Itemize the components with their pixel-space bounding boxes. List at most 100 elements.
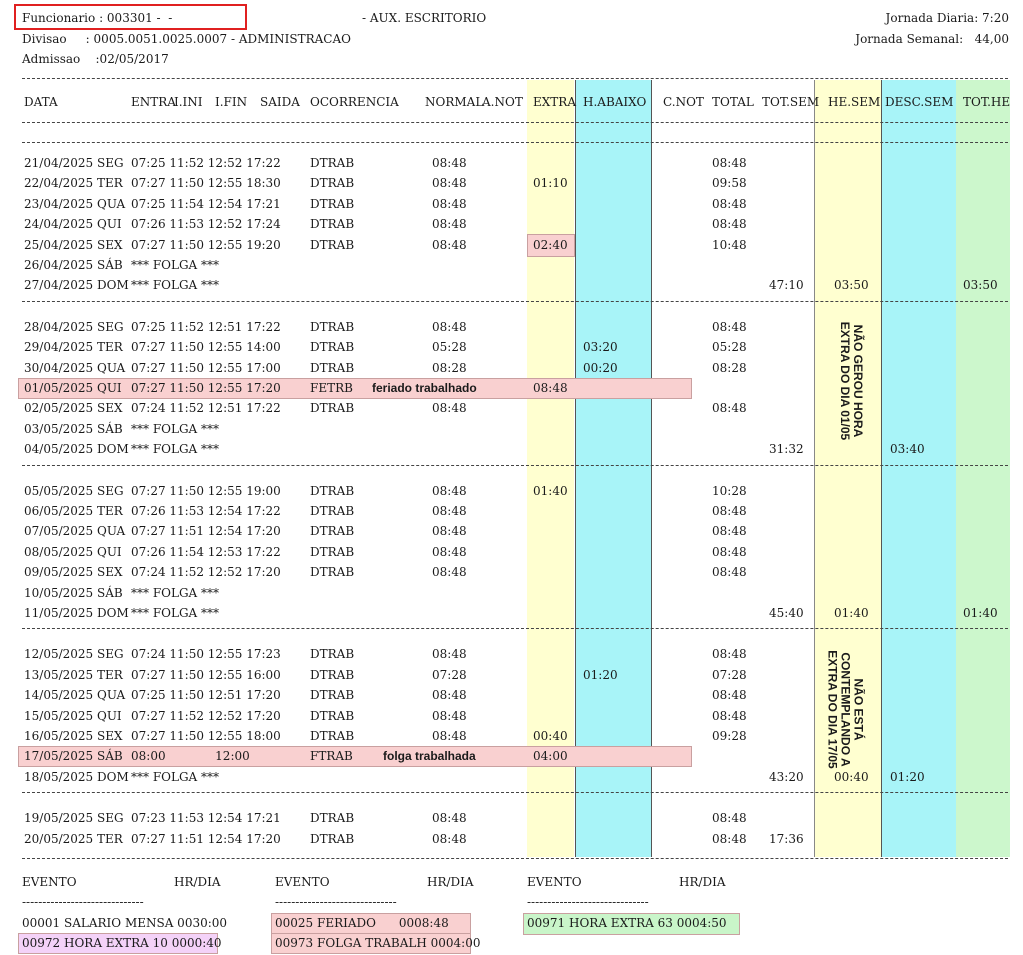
time-cells: 07:24 11:52 12:52 17:20 [131,565,281,580]
side-note-week2: NÃO GEROU HORA EXTRA DO DIA 01/05 [838,321,865,441]
divider [22,78,1008,79]
divider [22,300,1008,302]
habaixo-column-bg [575,80,652,857]
occurrence-cell: DTRAB [310,524,355,539]
event-item: 00972 HORA EXTRA 10 0000:40 [22,936,222,950]
date-cell: 12/05/2025 SEG [24,647,124,662]
normal-cell: 08:28 [432,360,467,375]
total-cell: 09:58 [712,176,747,191]
occurrence-cell: DTRAB [310,237,355,252]
column-header: DESC.SEM [885,95,954,109]
normal-cell: 05:28 [432,340,467,355]
total-cell: 08:48 [712,565,747,580]
occurrence-cell: FTRAB [310,749,353,764]
divider: ------------------------------ [22,895,144,909]
time-cells: 07:25 11:52 12:52 17:22 [131,156,281,170]
total-cell: 09:28 [712,729,747,743]
date-cell: 02/05/2025 SEX [24,401,123,416]
occurrence-cell: DTRAB [310,360,355,375]
habaixo-cell: 00:20 [583,360,618,375]
role-label: - AUX. ESCRITORIO [362,11,487,25]
date-cell: 20/05/2025 TER [24,831,123,846]
events-header: EVENTO [275,875,330,889]
time-cells: 07:27 11:50 12:55 18:00 [131,729,281,743]
date-cell: 03/05/2025 SÁB [24,421,123,436]
total-cell: 08:48 [712,688,747,703]
occurrence-cell: DTRAB [310,647,355,662]
occurrence-cell: DTRAB [310,483,355,498]
admission-line: Admissao :02/05/2017 [22,52,169,66]
habaixo-cell: 03:20 [583,340,618,355]
total-cell: 05:28 [712,340,747,355]
time-cells: 07:27 11:51 12:54 17:20 [131,831,281,846]
column-header: HE.SEM [828,95,881,109]
total-cell: 08:48 [712,831,747,846]
time-cells: 07:25 11:52 12:51 17:22 [131,319,281,334]
time-cells: *** FOLGA *** [131,421,220,436]
date-cell: 25/04/2025 SEX [24,237,123,252]
extra-cell: 00:40 [533,729,568,743]
occurrence-cell: DTRAB [310,667,355,682]
normal-cell: 08:48 [432,544,467,559]
date-cell: 22/04/2025 TER [24,176,123,191]
tothe-column-bg [956,80,1010,857]
normal-cell: 08:48 [432,565,467,580]
date-cell: 10/05/2025 SÁB [24,585,123,600]
tothe-cell: 01:40 [963,606,998,620]
extra-cell: 02:40 [533,237,568,252]
totsem-cell: 43:20 [769,769,804,784]
time-cells: 07:27 11:50 12:55 18:30 [131,176,281,191]
date-cell: 23/04/2025 QUA [24,196,126,211]
occurrence-cell: DTRAB [310,176,355,191]
totsem-cell: 45:40 [769,606,804,620]
events-header: HR/DIA [679,875,726,889]
time-cells: 07:25 11:50 12:51 17:20 [131,688,281,703]
divider [22,792,1008,794]
daily-workload: Jornada Diaria: 7:20 [885,11,1009,25]
total-cell: 08:48 [712,811,747,826]
date-cell: 15/05/2025 QUI [24,708,122,723]
time-cells: 07:26 11:54 12:53 17:22 [131,544,281,559]
event-item: 00001 SALARIO MENSA 0030:00 [22,916,228,930]
time-cells: 07:26 11:53 12:52 17:24 [131,217,281,232]
divider [22,628,1008,630]
normal-cell: 08:48 [432,524,467,539]
descsem-column-bg [881,80,957,857]
occurrence-cell: DTRAB [310,504,355,518]
time-cells: 07:24 11:52 12:51 17:22 [131,401,281,416]
time-cells: 07:27 11:52 12:52 17:20 [131,708,281,723]
extra-cell: 04:00 [533,749,568,764]
date-cell: 11/05/2025 DOM [24,606,129,620]
time-cells: *** FOLGA *** [131,606,220,620]
date-cell: 08/05/2025 QUI [24,544,122,559]
normal-cell: 08:48 [432,483,467,498]
time-cells: 07:27 11:50 12:55 17:00 [131,360,281,375]
total-cell: 08:48 [712,708,747,723]
date-cell: 18/05/2025 DOM [24,769,129,784]
normal-cell: 08:48 [432,729,467,743]
occurrence-cell: DTRAB [310,565,355,580]
time-cells: 07:23 11:53 12:54 17:21 [131,811,281,826]
date-cell: 04/05/2025 DOM [24,442,129,457]
normal-cell: 08:48 [432,688,467,703]
occurrence-cell: DTRAB [310,811,355,826]
time-cells: 07:25 11:54 12:54 17:21 [131,196,281,211]
hesem-cell: 01:40 [834,606,869,620]
column-header: NORMAL [425,95,484,109]
divider [22,858,1008,859]
column-header: H.ABAIXO [583,95,647,109]
row-note: feriado trabalhado [372,381,477,395]
events-header: EVENTO [527,875,582,889]
total-cell: 08:48 [712,319,747,334]
normal-cell: 08:48 [432,831,467,846]
total-cell: 08:48 [712,156,747,170]
time-cells: 07:27 11:50 12:55 16:00 [131,667,281,682]
total-cell: 08:48 [712,524,747,539]
date-cell: 19/05/2025 SEG [24,811,124,826]
column-header: OCORRENCIA [310,95,399,109]
time-cells: 07:27 11:50 12:55 17:20 [131,381,281,395]
column-header: DATA [24,95,58,109]
side-note-week4: NÃO ESTÁ CONTEMPLANDO A EXTRA DO DIA 17/… [825,650,866,769]
normal-cell: 08:48 [432,196,467,211]
division-line: Divisao : 0005.0051.0025.0007 - ADMINIST… [22,32,351,46]
